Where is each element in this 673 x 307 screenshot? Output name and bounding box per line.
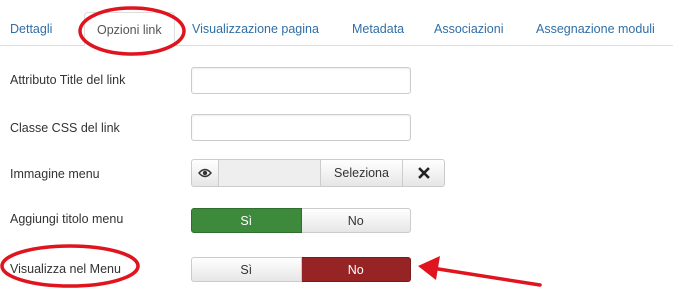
tab-bar: Dettagli Opzioni link Visualizzazione pa… <box>0 0 673 46</box>
tab-metadata[interactable]: Metadata <box>352 22 404 36</box>
menu-image-field: Seleziona <box>191 159 445 187</box>
show-in-menu-label: Visualizza nel Menu <box>10 262 121 276</box>
menu-image-label: Immagine menu <box>10 167 100 181</box>
show-in-menu-no-option[interactable]: No <box>301 257 411 282</box>
add-title-label: Aggiungi titolo menu <box>10 212 124 226</box>
clear-image-button[interactable] <box>403 159 445 187</box>
link-title-input[interactable] <box>191 67 411 94</box>
tab-link-options[interactable]: Opzioni link <box>84 12 175 46</box>
annotation-arrow-shaft <box>430 266 542 287</box>
add-title-toggle: Sì No <box>191 208 411 233</box>
tab-associations[interactable]: Associazioni <box>434 22 503 36</box>
add-title-yes-option[interactable]: Sì <box>191 208 302 233</box>
link-css-label: Classe CSS del link <box>10 121 120 135</box>
menu-image-path <box>219 159 321 187</box>
show-in-menu-yes-option[interactable]: Sì <box>191 257 302 282</box>
link-title-label: Attributo Title del link <box>10 73 126 87</box>
eye-icon <box>198 168 212 178</box>
link-css-input[interactable] <box>191 114 411 141</box>
show-in-menu-toggle: Sì No <box>191 257 411 282</box>
add-title-no-option[interactable]: No <box>301 208 411 233</box>
annotation-arrow-head <box>418 256 440 280</box>
tab-details[interactable]: Dettagli <box>10 22 52 36</box>
image-preview-button[interactable] <box>191 159 219 187</box>
tab-page-display[interactable]: Visualizzazione pagina <box>192 22 319 36</box>
select-image-button[interactable]: Seleziona <box>321 159 403 187</box>
close-icon <box>417 167 430 179</box>
tab-module-assignment[interactable]: Assegnazione moduli <box>536 22 655 36</box>
